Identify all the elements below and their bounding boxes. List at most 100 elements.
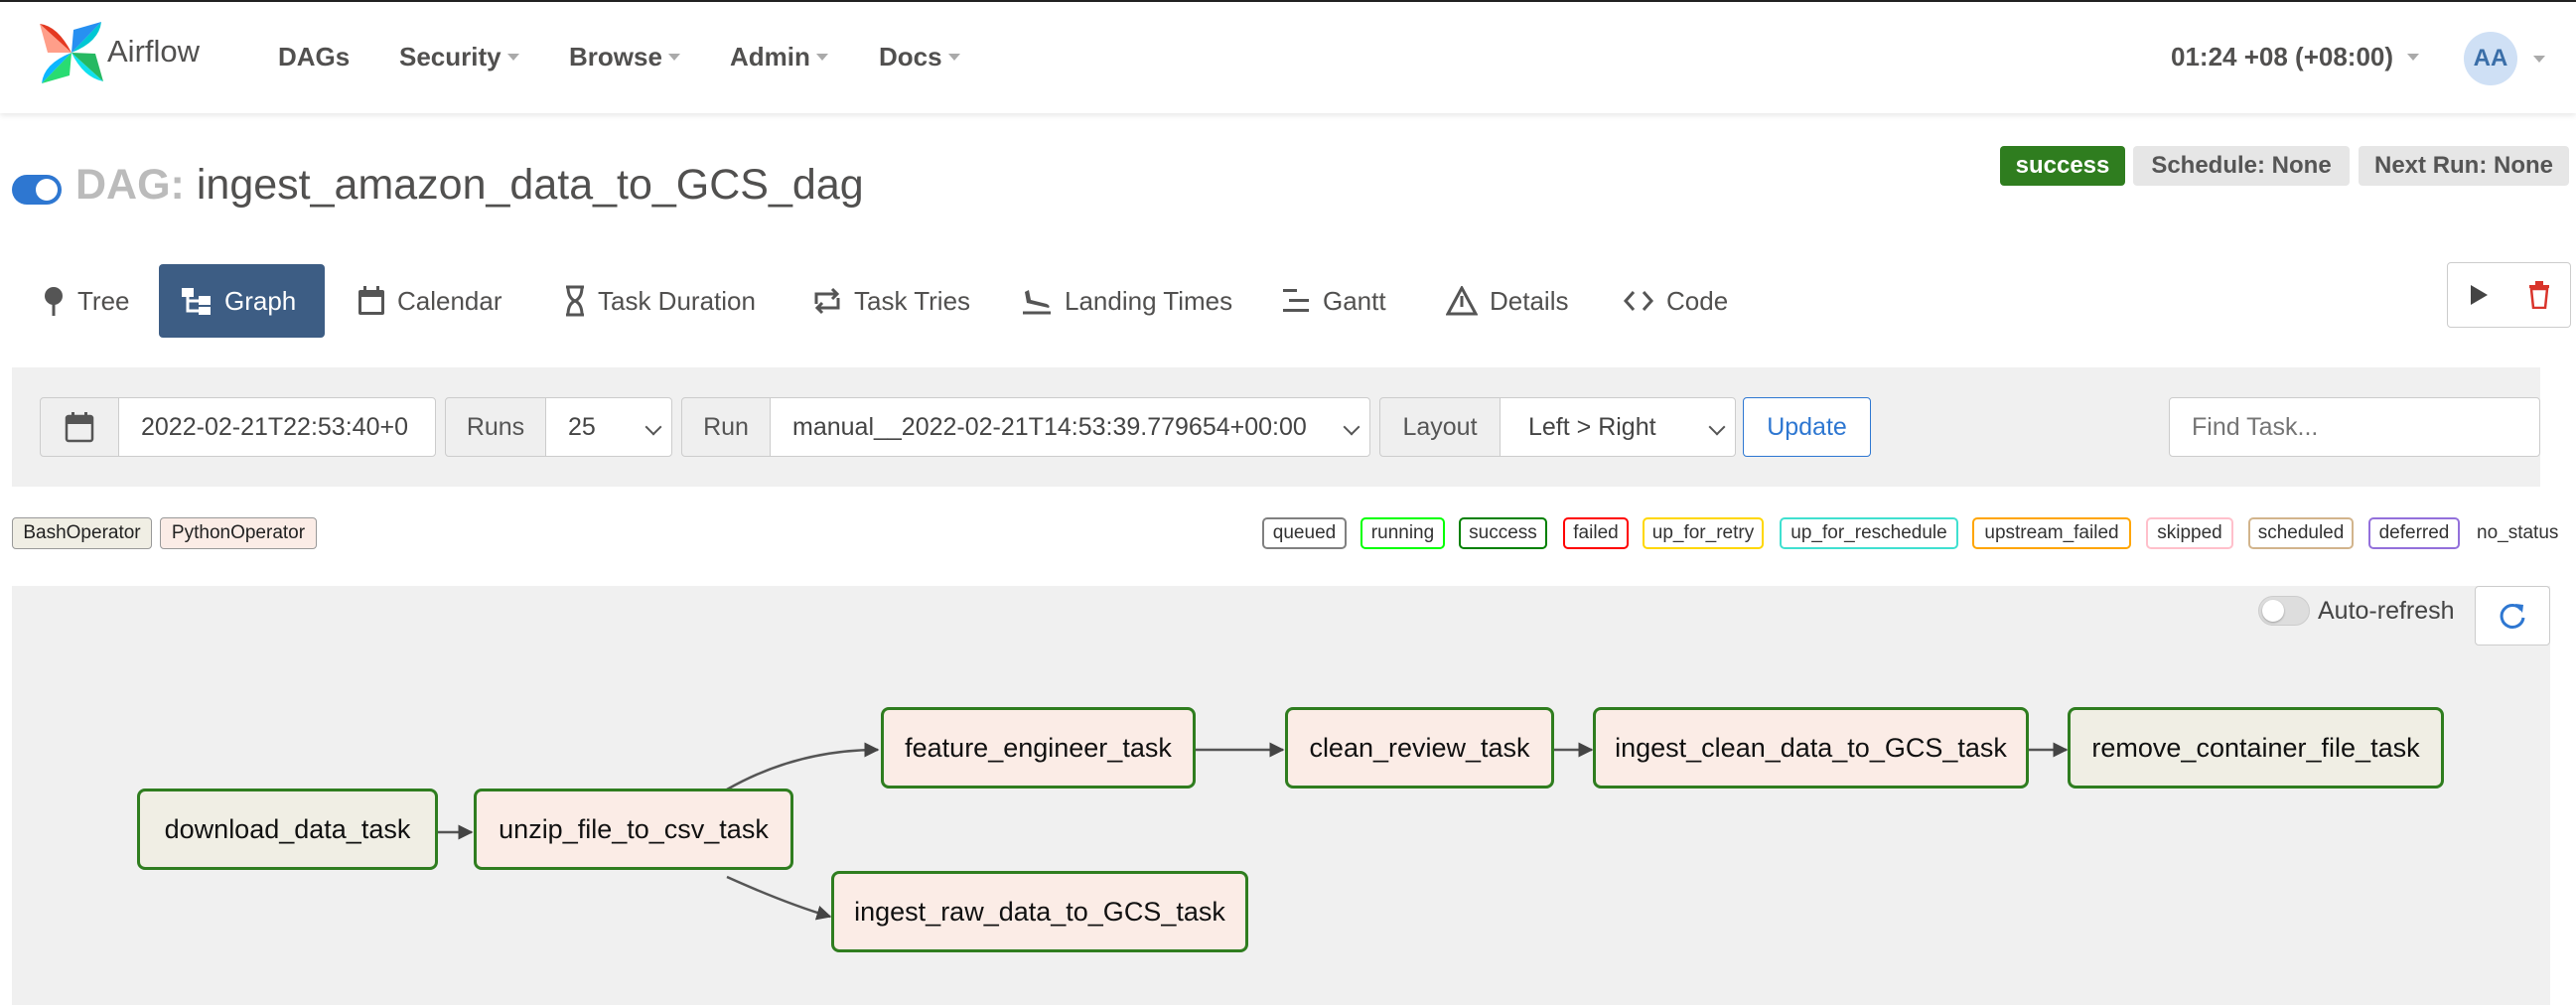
- trigger-dag-button[interactable]: [2447, 262, 2510, 328]
- dag-pause-toggle[interactable]: [12, 175, 62, 205]
- nav-admin[interactable]: Admin: [730, 42, 828, 72]
- tab-task-tries-label: Task Tries: [854, 285, 971, 316]
- layout-value: Left > Right: [1528, 412, 1656, 441]
- caret-down-icon: [815, 54, 828, 61]
- legend-state-running[interactable]: running: [1360, 517, 1445, 549]
- nav-security-label: Security: [399, 42, 501, 72]
- nav-admin-label: Admin: [730, 42, 810, 72]
- nav-dags[interactable]: DAGs: [278, 42, 350, 72]
- task-node-clean-review[interactable]: clean_review_task: [1285, 707, 1554, 789]
- toggle-knob: [2262, 600, 2284, 622]
- delete-dag-button[interactable]: [2508, 262, 2571, 328]
- dag-name: ingest_amazon_data_to_GCS_dag: [196, 161, 864, 209]
- tab-details-label: Details: [1490, 285, 1569, 316]
- caret-down-icon: [2533, 55, 2545, 63]
- nav-browse[interactable]: Browse: [569, 42, 680, 72]
- edge-unzip-to-raw: [726, 875, 832, 921]
- chevron-down-icon: [1708, 418, 1726, 436]
- legend-state-deferred[interactable]: deferred: [2368, 517, 2460, 549]
- refresh-icon: [2500, 603, 2525, 629]
- task-node-remove-container-file[interactable]: remove_container_file_task: [2068, 707, 2444, 789]
- auto-refresh-toggle[interactable]: Auto-refresh: [2258, 596, 2455, 626]
- tab-task-duration[interactable]: Task Duration: [542, 264, 778, 338]
- update-button[interactable]: Update: [1743, 397, 1871, 457]
- find-task-input[interactable]: [2169, 397, 2540, 457]
- runs-label: Runs: [445, 397, 546, 457]
- graph-canvas[interactable]: download_data_task unzip_file_to_csv_tas…: [12, 586, 2550, 1005]
- nav-docs-label: Docs: [879, 42, 942, 72]
- edge-unzip-to-feature: [726, 742, 880, 791]
- auto-refresh-label: Auto-refresh: [2318, 596, 2455, 625]
- retweet-icon: [814, 287, 840, 315]
- top-navbar: Airflow DAGs Security Browse Admin Docs …: [0, 0, 2576, 113]
- hourglass-icon: [566, 285, 584, 317]
- refresh-button[interactable]: [2475, 586, 2550, 646]
- legend-state-success[interactable]: success: [1459, 517, 1547, 549]
- chevron-down-icon: [644, 418, 662, 436]
- airflow-logo-icon[interactable]: [38, 20, 105, 85]
- toggle-knob: [36, 179, 58, 201]
- tab-tree-label: Tree: [77, 285, 130, 316]
- nav-dags-label: DAGs: [278, 42, 351, 72]
- tab-landing-times[interactable]: Landing Times: [999, 264, 1254, 338]
- tab-landing-times-label: Landing Times: [1065, 285, 1233, 316]
- warning-icon: [1446, 286, 1478, 316]
- clock-dropdown[interactable]: 01:24 +08 (+08:00): [2171, 42, 2420, 72]
- legend-state-up-for-reschedule[interactable]: up_for_reschedule: [1780, 517, 1958, 549]
- plane-landing-icon: [1023, 290, 1051, 315]
- runs-value: 25: [568, 412, 596, 441]
- layout-label: Layout: [1379, 397, 1501, 457]
- schedule-badge: Schedule: None: [2133, 146, 2350, 186]
- task-node-ingest-raw-data[interactable]: ingest_raw_data_to_GCS_task: [831, 871, 1248, 952]
- caret-down-icon: [947, 54, 960, 61]
- chevron-down-icon: [1343, 418, 1360, 436]
- task-node-unzip-file[interactable]: unzip_file_to_csv_task: [474, 789, 793, 870]
- base-date-input[interactable]: 2022-02-21T22:53:40+0: [118, 397, 436, 457]
- tab-code[interactable]: Code: [1601, 264, 1750, 338]
- run-select[interactable]: manual__2022-02-21T14:53:39.779654+00:00: [770, 397, 1370, 457]
- tab-details[interactable]: Details: [1424, 264, 1590, 338]
- task-node-download-data[interactable]: download_data_task: [137, 789, 438, 870]
- tab-graph[interactable]: Graph: [159, 264, 325, 338]
- legend-state-scheduled[interactable]: scheduled: [2248, 517, 2354, 549]
- legend-state-queued[interactable]: queued: [1262, 517, 1347, 549]
- user-menu[interactable]: AA: [2464, 32, 2545, 85]
- layout-select[interactable]: Left > Right: [1500, 397, 1736, 457]
- tab-graph-label: Graph: [224, 285, 297, 316]
- next-run-badge: Next Run: None: [2359, 146, 2569, 186]
- legend-state-no-status[interactable]: no_status: [2477, 522, 2558, 544]
- legend-state-skipped[interactable]: skipped: [2146, 517, 2233, 549]
- tab-task-tries[interactable]: Task Tries: [790, 264, 992, 338]
- tab-tree[interactable]: Tree: [20, 264, 152, 338]
- play-icon: [2471, 285, 2488, 305]
- date-picker-button[interactable]: [40, 397, 119, 457]
- tab-gantt[interactable]: Gantt: [1259, 264, 1408, 338]
- trash-icon: [2529, 281, 2549, 309]
- legend-python-operator[interactable]: PythonOperator: [160, 517, 317, 549]
- gantt-icon: [1283, 289, 1309, 312]
- auto-refresh-switch[interactable]: [2258, 596, 2310, 626]
- clock-time: 01:24 +08 (+08:00): [2171, 42, 2394, 72]
- run-label: Run: [681, 397, 771, 457]
- tree-icon: [45, 287, 63, 316]
- caret-down-icon: [2407, 54, 2420, 61]
- legend-state-failed[interactable]: failed: [1563, 517, 1629, 549]
- dag-status-badge: success: [2000, 146, 2125, 186]
- page-title: DAG: ingest_amazon_data_to_GCS_dag: [75, 161, 864, 210]
- calendar-icon: [358, 286, 384, 315]
- tab-task-duration-label: Task Duration: [598, 285, 756, 316]
- dag-label-prefix: DAG:: [75, 161, 185, 209]
- nav-docs[interactable]: Docs: [879, 42, 960, 72]
- user-avatar: AA: [2464, 32, 2517, 85]
- tab-calendar[interactable]: Calendar: [336, 264, 524, 338]
- task-node-feature-engineer[interactable]: feature_engineer_task: [881, 707, 1196, 789]
- tab-gantt-label: Gantt: [1323, 285, 1386, 316]
- tab-code-label: Code: [1666, 285, 1729, 316]
- brand-name[interactable]: Airflow: [107, 34, 200, 70]
- task-node-ingest-clean-data[interactable]: ingest_clean_data_to_GCS_task: [1593, 707, 2029, 789]
- legend-bash-operator[interactable]: BashOperator: [12, 517, 152, 549]
- runs-select[interactable]: 25: [545, 397, 672, 457]
- nav-security[interactable]: Security: [399, 42, 519, 72]
- legend-state-upstream-failed[interactable]: upstream_failed: [1972, 517, 2131, 549]
- legend-state-up-for-retry[interactable]: up_for_retry: [1643, 517, 1764, 549]
